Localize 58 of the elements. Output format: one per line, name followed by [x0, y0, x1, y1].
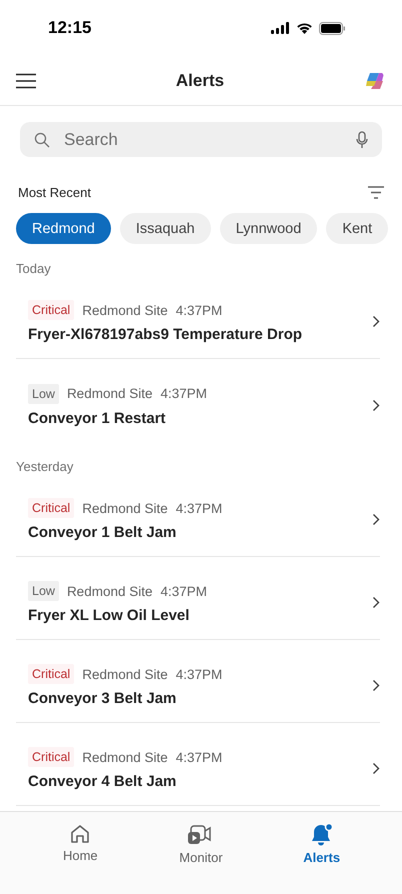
search-field[interactable]: Search: [20, 122, 382, 157]
chevron-right-icon: [372, 679, 380, 692]
nav-tab[interactable]: Home: [35, 822, 126, 874]
site-name: Redmond Site: [82, 666, 168, 682]
alert-title: Conveyor 4 Belt Jam: [28, 773, 178, 790]
wifi-icon: [296, 22, 313, 34]
microphone-icon[interactable]: [356, 130, 368, 148]
alert-title: Fryer-Xl678197abs9 Temperature Drop: [28, 326, 302, 343]
site-name: Redmond Site: [82, 750, 168, 764]
location-chip[interactable]: Redmond: [16, 213, 111, 244]
alert-time: 4:37PM: [160, 386, 208, 401]
chevron-right-icon: [372, 762, 380, 775]
video-camera-icon: [188, 823, 214, 847]
filter-icon[interactable]: [368, 186, 384, 198]
alert-time: 4:37PM: [160, 584, 208, 598]
site-name: Redmond Site: [82, 500, 168, 516]
battery-icon: [319, 22, 346, 34]
site-name: Redmond Site: [66, 386, 152, 401]
section-heading: Yesterday: [15, 459, 74, 474]
alert-title: Conveyor 3 Belt Jam: [28, 690, 178, 707]
location-chip[interactable]: Kent: [326, 213, 388, 244]
alert-time: 4:37PM: [176, 500, 222, 516]
alert-title: Conveyor 1 Restart: [28, 410, 167, 426]
severity-badge: Critical: [28, 747, 74, 767]
chevron-right-icon: [372, 398, 380, 412]
alert-row[interactable]: Critical Redmond Site 4:37PM Conveyor 3 Belt Jam: [16, 640, 380, 723]
bell-icon: [310, 823, 334, 847]
section-heading: Today: [15, 261, 52, 276]
alert-time: 4:37PM: [176, 666, 222, 682]
alert-time: 4:37PM: [176, 750, 222, 764]
alert-row[interactable]: Critical Redmond Site 4:37PM Conveyor 1 Belt Jam: [16, 474, 380, 557]
alert-row[interactable]: Low Redmond Site 4:37PM Fryer XL Low Oil Level: [16, 557, 380, 640]
site-name: Redmond Site: [82, 302, 168, 318]
page-title: Alerts: [176, 70, 224, 90]
nav-tab[interactable]: Monitor: [156, 822, 246, 874]
chevron-right-icon: [372, 596, 380, 609]
status-time: 12:15: [48, 18, 92, 38]
alert-title: Fryer XL Low Oil Level: [28, 607, 190, 624]
location-chip[interactable]: Lynnwood: [220, 213, 318, 244]
chevron-right-icon: [372, 315, 380, 328]
severity-badge: Critical: [28, 664, 74, 684]
menu-icon[interactable]: [16, 72, 36, 88]
signal-icon: [271, 22, 290, 34]
alert-row[interactable]: Low Redmond Site 4:37PM Conveyor 1 Restart: [16, 359, 380, 442]
alert-row[interactable]: Critical Redmond Site 4:37PM Conveyor 4 Belt Jam: [16, 723, 380, 806]
nav-tab[interactable]: Alerts: [276, 822, 367, 874]
severity-badge: Low: [28, 581, 59, 601]
home-icon: [69, 823, 92, 845]
sort-label: Most Recent: [18, 184, 91, 200]
alert-time: 4:37PM: [176, 302, 222, 318]
alert-title: Conveyor 1 Belt Jam: [28, 524, 178, 541]
site-name: Redmond Site: [66, 584, 152, 598]
severity-badge: Critical: [28, 300, 74, 320]
chevron-right-icon: [372, 513, 380, 526]
alert-row[interactable]: Critical Redmond Site 4:37PM Fryer-Xl678197abs9 Temperature Drop: [16, 276, 380, 359]
severity-badge: Critical: [28, 498, 74, 518]
location-chip[interactable]: Issaquah: [120, 213, 211, 244]
severity-badge: Low: [28, 384, 59, 404]
